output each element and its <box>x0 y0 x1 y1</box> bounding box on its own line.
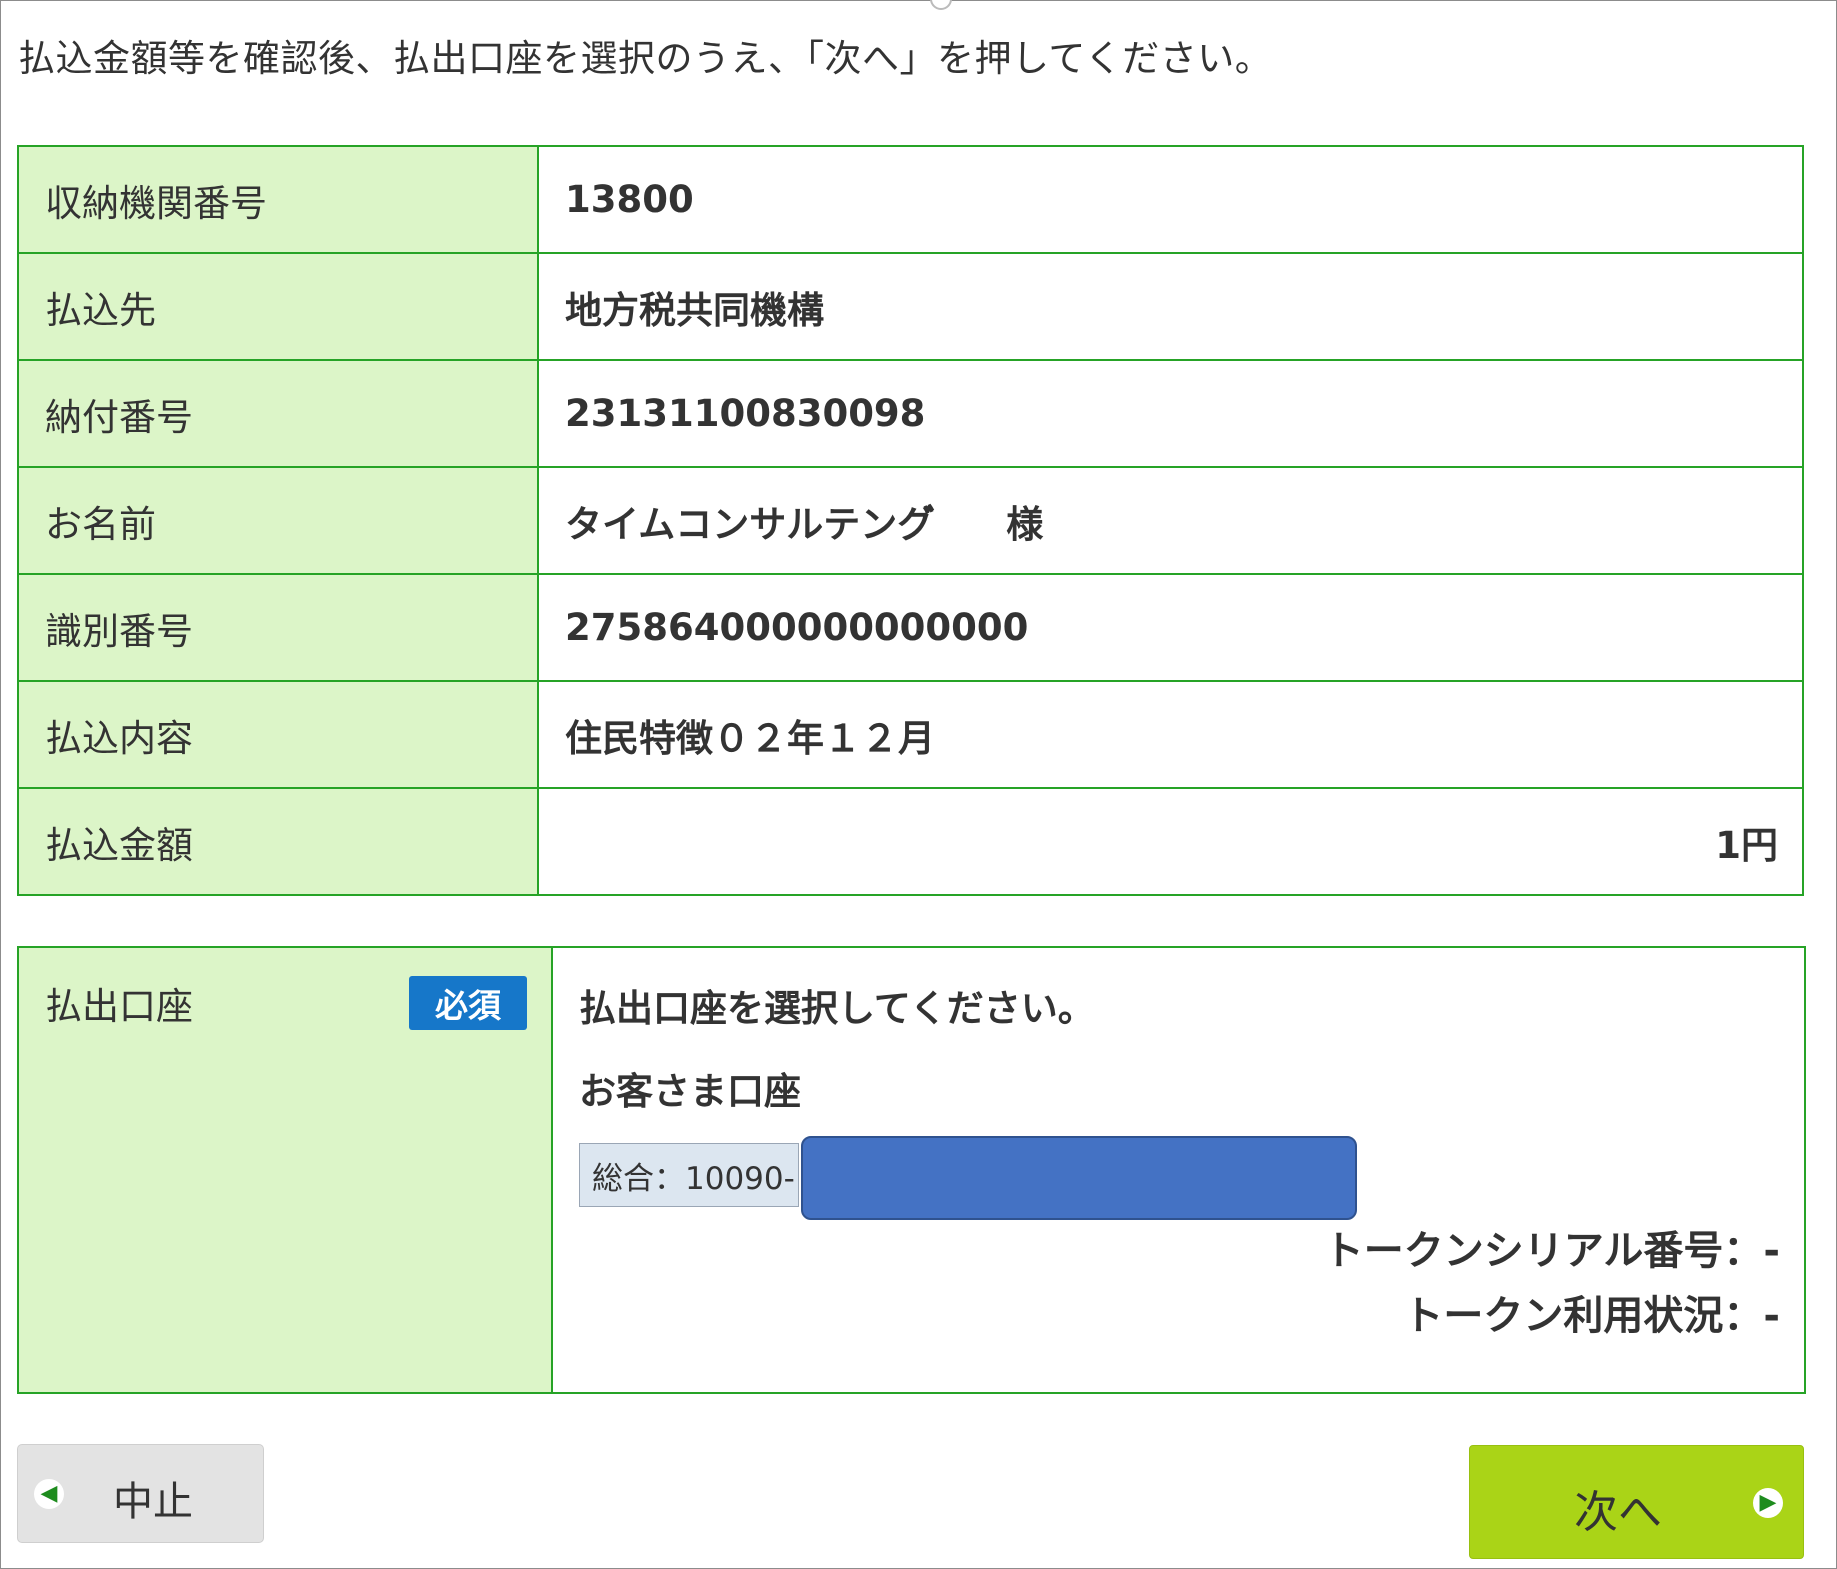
row-label: 払込金額 <box>17 787 539 896</box>
table-row: 納付番号 23131100830098 <box>17 359 1804 468</box>
cancel-button-label: 中止 <box>113 1479 193 1525</box>
withdrawal-account-section: 払出口座 必須 払出口座を選択してください。 お客さま口座 総合：10090- … <box>17 946 1806 1394</box>
payment-details-table: 収納機関番号 13800 払込先 地方税共同機構 納付番号 2313110083… <box>17 145 1804 896</box>
row-label: お名前 <box>17 466 539 575</box>
table-row: 識別番号 275864000000000000 <box>17 573 1804 682</box>
cancel-button[interactable]: ◀ 中止 <box>17 1444 264 1543</box>
customer-account-heading: お客さま口座 <box>579 1070 801 1113</box>
honorific-suffix: 様 <box>1006 502 1044 546</box>
arrow-left-circle-icon: ◀ <box>34 1479 64 1509</box>
redaction-box <box>801 1136 1357 1220</box>
token-serial-row: トークンシリアル番号：- <box>1324 1218 1780 1276</box>
row-value: 275864000000000000 <box>537 573 1804 682</box>
row-label: 払込先 <box>17 252 539 361</box>
table-row: 払込金額 1円 <box>17 787 1804 896</box>
required-badge: 必須 <box>409 976 527 1030</box>
next-button-label: 次へ <box>1574 1487 1662 1538</box>
account-prompt: 払出口座を選択してください。 <box>579 987 1095 1030</box>
table-row: 払込先 地方税共同機構 <box>17 252 1804 361</box>
token-status-label: トークン利用状況： <box>1403 1293 1764 1339</box>
customer-name: タイムコンサルテング゙ <box>565 502 935 546</box>
instruction-text: 払込金額等を確認後、払出口座を選択のうえ、「次へ」を押してください。 <box>18 37 1273 80</box>
arrow-right-circle-icon: ▶ <box>1753 1488 1783 1518</box>
payment-amount: 1円 <box>537 787 1804 896</box>
token-status-row: トークン利用状況：- <box>1403 1283 1780 1341</box>
table-row: 収納機関番号 13800 <box>17 145 1804 254</box>
table-row: お名前 タイムコンサルテング゙ 様 <box>17 466 1804 575</box>
account-label-cell: 払出口座 必須 <box>19 948 553 1392</box>
row-value: 23131100830098 <box>537 359 1804 468</box>
row-label: 識別番号 <box>17 573 539 682</box>
table-row: 払込内容 住民特徴０２年１２月 <box>17 680 1804 789</box>
token-serial-value: - <box>1763 1228 1780 1274</box>
next-button[interactable]: 次へ ▶ <box>1469 1445 1804 1559</box>
row-value: タイムコンサルテング゙ 様 <box>537 466 1804 575</box>
row-label: 払込内容 <box>17 680 539 789</box>
account-select[interactable]: 総合：10090- <box>579 1143 799 1207</box>
row-value: 地方税共同機構 <box>537 252 1804 361</box>
account-value-cell: 払出口座を選択してください。 お客さま口座 総合：10090- トークンシリアル… <box>553 948 1804 1392</box>
token-status-value: - <box>1763 1293 1780 1339</box>
token-serial-label: トークンシリアル番号： <box>1323 1228 1764 1274</box>
row-label: 納付番号 <box>17 359 539 468</box>
row-value: 住民特徴０２年１２月 <box>537 680 1804 789</box>
row-label: 収納機関番号 <box>17 145 539 254</box>
row-value: 13800 <box>537 145 1804 254</box>
account-label: 払出口座 <box>45 985 193 1028</box>
